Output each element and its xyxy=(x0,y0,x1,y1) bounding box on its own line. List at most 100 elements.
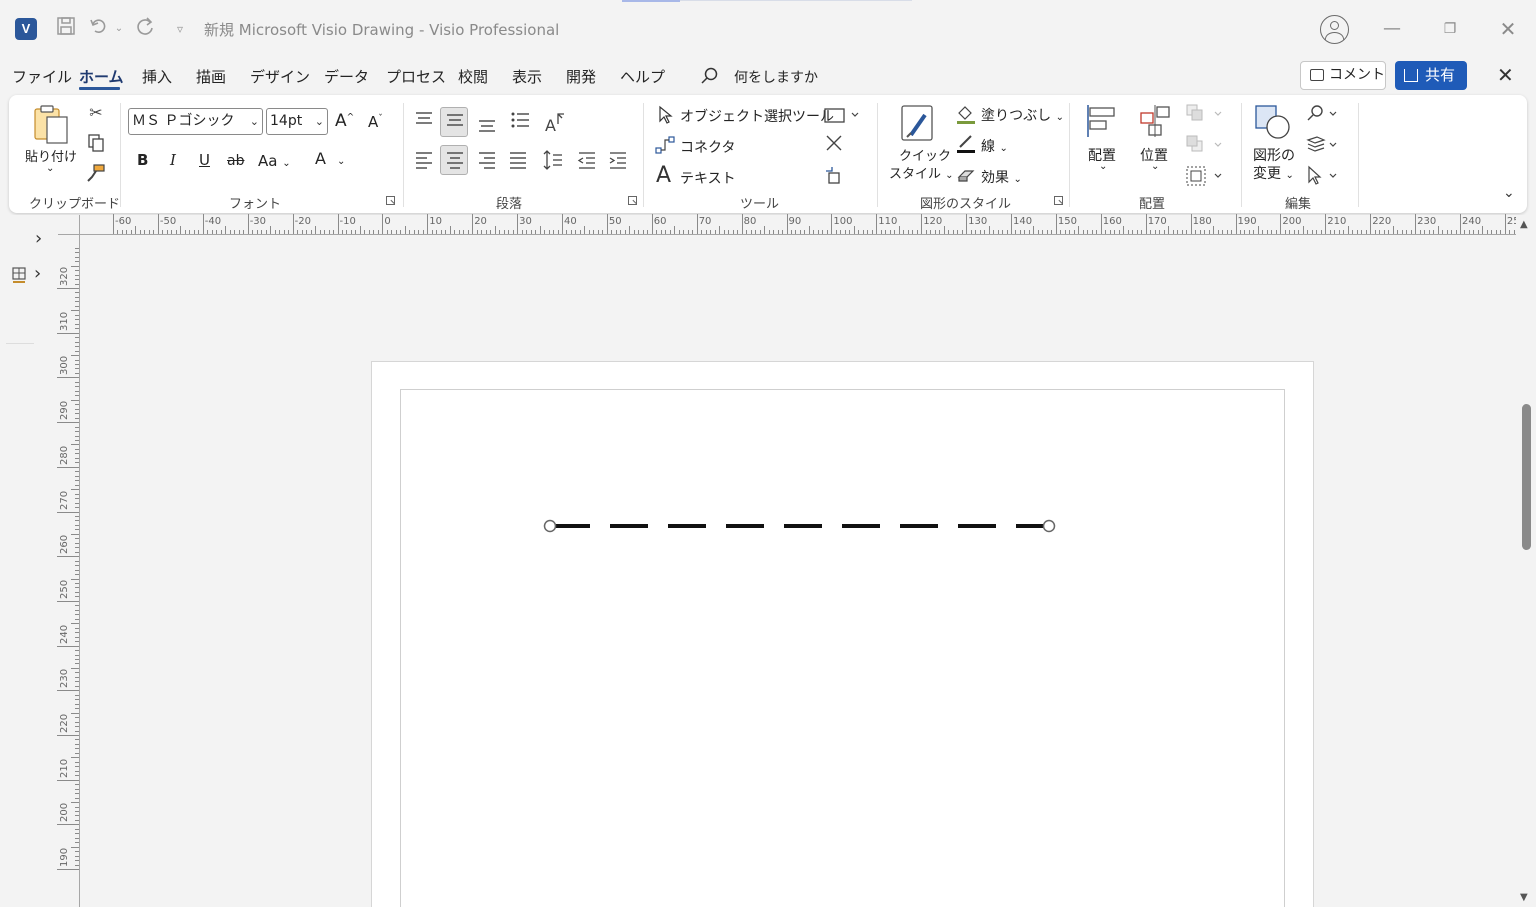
minimize-button[interactable]: — xyxy=(1372,14,1412,44)
line-spacing-icon[interactable] xyxy=(541,148,565,172)
comment-button[interactable]: コメント xyxy=(1300,61,1386,90)
select-icon[interactable] xyxy=(1305,165,1341,187)
line-icon[interactable] xyxy=(955,133,977,155)
font-color-button[interactable]: A ⌄ xyxy=(315,149,345,168)
tab-help[interactable]: ヘルプ xyxy=(620,66,665,87)
rectangle-tool-icon[interactable] xyxy=(823,105,861,125)
font-size-select[interactable]: 14pt ⌄ xyxy=(266,108,328,135)
ruler-major-tick xyxy=(202,214,204,234)
align-middle-icon[interactable] xyxy=(443,110,467,134)
font-dialog-launcher-icon[interactable] xyxy=(386,196,395,205)
scroll-up-arrow-icon[interactable]: ▲ xyxy=(1520,219,1528,230)
undo-dropdown-icon[interactable]: ⌄ xyxy=(113,16,125,42)
fill-button[interactable]: 塗りつぶし ⌄ xyxy=(981,105,1064,125)
change-shape-button[interactable]: 図形の xyxy=(1253,145,1295,165)
tab-process[interactable]: プロセス xyxy=(386,66,446,87)
paste-dropdown-icon[interactable]: ⌄ xyxy=(46,163,54,174)
close-ribbon-icon[interactable]: ✕ xyxy=(1497,63,1514,87)
crop-tool-icon[interactable] xyxy=(823,165,845,187)
position-dropdown-icon[interactable]: ⌄ xyxy=(1151,161,1159,172)
dashed-line-shape[interactable] xyxy=(530,510,1070,542)
connector-button[interactable]: コネクタ xyxy=(680,137,735,157)
strikethrough-button[interactable]: ab xyxy=(227,153,244,169)
customize-qat-icon[interactable]: ▿ xyxy=(172,16,188,42)
italic-button[interactable]: I xyxy=(170,151,176,169)
vertical-scroll-thumb[interactable] xyxy=(1522,404,1531,550)
grow-font-icon[interactable]: A^ xyxy=(335,111,354,131)
copy-icon[interactable] xyxy=(85,133,107,155)
layers-icon[interactable] xyxy=(1305,134,1341,156)
pointer-tool-icon[interactable] xyxy=(656,105,674,125)
cut-icon[interactable]: ✂ xyxy=(85,103,107,125)
save-icon[interactable] xyxy=(55,16,77,42)
tab-view[interactable]: 表示 xyxy=(512,66,542,87)
bold-button[interactable]: B xyxy=(137,151,148,169)
tab-review[interactable]: 校閲 xyxy=(458,66,488,87)
align-dropdown-icon[interactable]: ⌄ xyxy=(1099,161,1107,172)
collapse-ribbon-icon[interactable]: ⌄ xyxy=(1503,185,1515,201)
account-avatar-icon[interactable] xyxy=(1320,15,1349,44)
text-direction-icon[interactable]: A xyxy=(543,110,567,135)
align-shapes-icon[interactable] xyxy=(1084,103,1120,139)
text-tool-icon[interactable]: A xyxy=(656,163,671,188)
scroll-down-arrow-icon[interactable]: ▼ xyxy=(1520,892,1528,903)
align-top-icon[interactable] xyxy=(412,109,436,133)
line-end-handle[interactable] xyxy=(1042,519,1056,533)
bullets-icon[interactable] xyxy=(508,109,532,133)
quick-style-icon[interactable] xyxy=(897,103,937,143)
undo-icon[interactable] xyxy=(88,16,110,42)
format-painter-icon[interactable] xyxy=(85,163,107,185)
ruler-minor-tick xyxy=(1374,230,1376,234)
quick-style-button[interactable]: クイック xyxy=(899,145,951,164)
shapes-expand-chevron-icon[interactable]: › xyxy=(34,263,41,284)
expand-panel-chevron-icon[interactable]: › xyxy=(35,228,42,249)
pointer-tool-button[interactable]: オブジェクト選択ツール xyxy=(680,106,834,126)
share-button[interactable]: 共有 xyxy=(1395,61,1467,90)
tab-draw[interactable]: 描画 xyxy=(196,66,226,87)
close-window-button[interactable]: ✕ xyxy=(1488,14,1528,44)
change-case-button[interactable]: Aa ⌄ xyxy=(258,152,291,170)
quick-style-button-line2[interactable]: スタイル ⌄ xyxy=(889,163,954,182)
shrink-font-icon[interactable]: Aˇ xyxy=(368,113,383,131)
tab-home[interactable]: ホーム xyxy=(79,66,124,87)
justify-icon[interactable] xyxy=(506,148,530,172)
tab-developer[interactable]: 開発 xyxy=(566,66,596,87)
effects-button[interactable]: 効果 ⌄ xyxy=(981,167,1022,187)
align-bottom-icon[interactable] xyxy=(475,113,499,137)
line-begin-handle[interactable] xyxy=(543,519,557,533)
paste-icon[interactable] xyxy=(27,103,73,145)
search-icon[interactable] xyxy=(700,66,720,86)
position-icon[interactable] xyxy=(1137,103,1173,139)
change-shape-icon[interactable] xyxy=(1252,103,1292,143)
tab-data[interactable]: データ xyxy=(324,66,369,87)
restore-button[interactable]: ❐ xyxy=(1430,14,1470,44)
ruler-minor-tick xyxy=(799,230,801,234)
find-icon[interactable] xyxy=(1305,103,1341,125)
text-tool-button[interactable]: テキスト xyxy=(680,168,736,188)
group-icon[interactable] xyxy=(1185,165,1225,187)
close-x-icon[interactable] xyxy=(823,133,845,155)
bring-forward-icon[interactable] xyxy=(1185,103,1225,125)
tell-me-search[interactable]: 何をしますか xyxy=(734,67,818,87)
connector-icon[interactable] xyxy=(655,135,675,155)
send-backward-icon[interactable] xyxy=(1185,134,1225,156)
align-left-icon[interactable] xyxy=(412,148,436,172)
align-center-icon[interactable] xyxy=(443,148,467,172)
tab-insert[interactable]: 挿入 xyxy=(142,66,172,87)
decrease-indent-icon[interactable] xyxy=(575,148,599,172)
font-name-select[interactable]: ＭＳ Ｐゴシック ⌄ xyxy=(128,108,263,135)
shapes-icon[interactable] xyxy=(11,265,31,285)
shape-styles-dialog-launcher-icon[interactable] xyxy=(1054,196,1063,205)
tab-file[interactable]: ファイル xyxy=(12,66,72,87)
align-right-icon[interactable] xyxy=(475,148,499,172)
increase-indent-icon[interactable] xyxy=(606,148,630,172)
change-shape-button-line2[interactable]: 変更 ⌄ xyxy=(1253,163,1294,183)
fill-icon[interactable] xyxy=(955,103,977,125)
paragraph-dialog-launcher-icon[interactable] xyxy=(628,196,637,205)
tab-design[interactable]: デザイン xyxy=(250,66,310,87)
vertical-scrollbar[interactable] xyxy=(1516,215,1536,907)
effects-icon[interactable] xyxy=(955,165,977,187)
line-button[interactable]: 線 ⌄ xyxy=(981,136,1008,156)
underline-button[interactable]: U xyxy=(199,151,210,169)
redo-icon[interactable] xyxy=(134,16,156,42)
